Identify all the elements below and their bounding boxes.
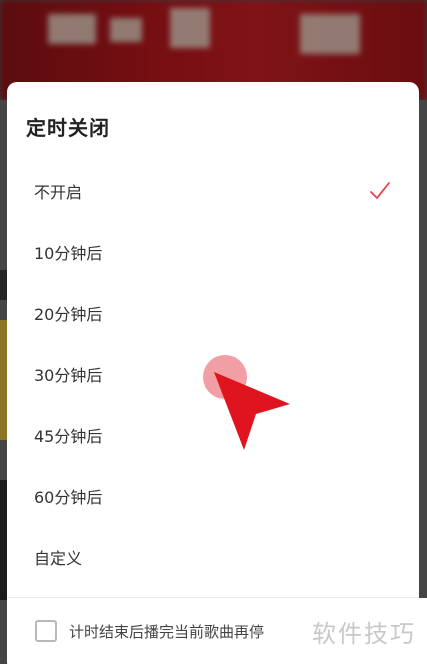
option-20-min[interactable]: 20分钟后 xyxy=(7,282,419,343)
option-label: 45分钟后 xyxy=(34,426,103,446)
option-custom[interactable]: 自定义 xyxy=(7,526,419,587)
option-label: 60分钟后 xyxy=(34,487,103,507)
watermark: 软件技巧 xyxy=(301,598,427,664)
option-label: 自定义 xyxy=(34,548,83,568)
finish-song-label: 计时结束后播完当前歌曲再停 xyxy=(69,622,265,641)
finish-song-checkbox[interactable] xyxy=(35,620,57,642)
cursor-arrow-icon xyxy=(214,372,290,450)
option-60-min[interactable]: 60分钟后 xyxy=(7,465,419,526)
option-10-min[interactable]: 10分钟后 xyxy=(7,221,419,282)
option-label: 不开启 xyxy=(34,182,83,202)
option-off[interactable]: 不开启 xyxy=(7,160,419,221)
option-label: 20分钟后 xyxy=(34,304,103,324)
dialog-title: 定时关闭 xyxy=(26,116,110,140)
option-label: 30分钟后 xyxy=(34,365,103,385)
option-label: 10分钟后 xyxy=(34,243,103,263)
check-icon xyxy=(370,181,390,199)
